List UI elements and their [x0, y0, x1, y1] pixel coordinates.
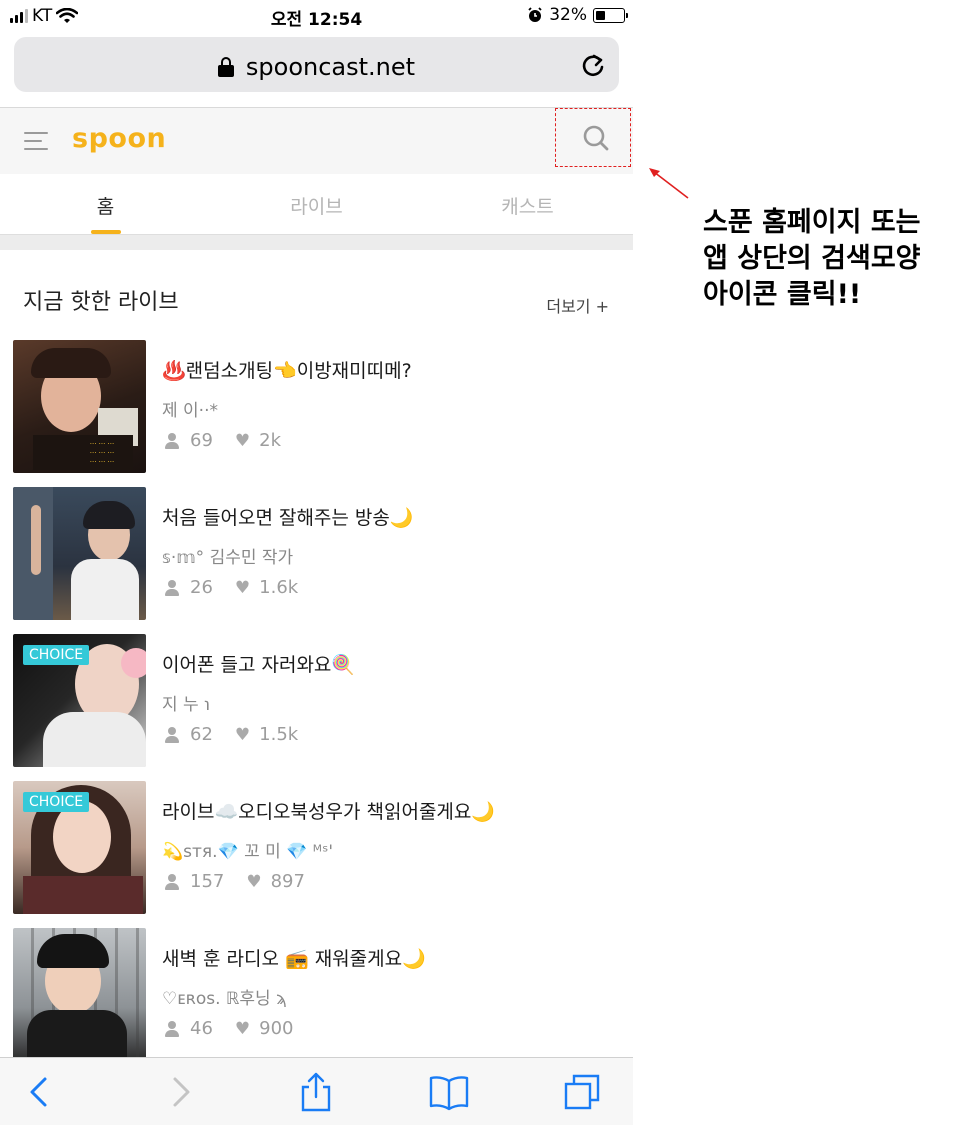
- like-count: 897: [270, 871, 305, 892]
- annotation-text: 스푼 홈페이지 또는 앱 상단의 검색모양 아이콘 클릭!!: [703, 207, 921, 310]
- listener-icon: [164, 432, 180, 449]
- live-title[interactable]: ♨️랜덤소개팅👈이방재미띠메?: [162, 356, 412, 383]
- live-stats: 46 ♥ 900: [164, 1018, 294, 1039]
- url-display[interactable]: spooncast.net: [14, 53, 619, 81]
- share-icon[interactable]: [296, 1072, 336, 1112]
- section-title: 지금 핫한 라이브: [23, 290, 179, 315]
- listener-count: 26: [190, 577, 213, 598]
- alarm-icon: [528, 7, 542, 22]
- back-icon[interactable]: [20, 1072, 60, 1112]
- list-item[interactable]: CHOICE 이어폰 들고 자러와요🍭 지 누 ℩ 62 ♥ 1.5k: [0, 634, 633, 768]
- annotation-arrow: [649, 168, 689, 199]
- live-stats: 26 ♥ 1.6k: [164, 577, 298, 598]
- url-text: spooncast.net: [245, 53, 416, 81]
- live-stats: 69 ♥ 2k: [164, 430, 281, 451]
- like-count: 900: [259, 1018, 294, 1039]
- live-stats: 157 ♥ 897: [164, 871, 305, 892]
- heart-icon: ♥: [234, 1018, 251, 1039]
- listener-icon: [164, 726, 180, 743]
- bookmarks-icon[interactable]: [429, 1072, 469, 1112]
- like-count: 1.6k: [259, 577, 299, 598]
- address-bar[interactable]: spooncast.net: [14, 37, 619, 92]
- listener-count: 157: [190, 871, 225, 892]
- listener-icon: [164, 873, 180, 890]
- heart-icon: ♥: [234, 577, 251, 598]
- live-thumbnail[interactable]: [13, 928, 146, 1061]
- battery-percent: 32%: [549, 5, 587, 25]
- tab-live[interactable]: 라이브: [211, 192, 422, 219]
- like-count: 1.5k: [259, 724, 299, 745]
- choice-badge: CHOICE: [23, 645, 90, 665]
- battery-icon: [593, 7, 628, 23]
- live-author: 𝕤·𝕞° 김수민 작가: [162, 548, 294, 568]
- browser-address-area: spooncast.net: [0, 32, 633, 108]
- active-tab-indicator: [91, 230, 121, 234]
- live-title[interactable]: 라이브☁️오디오북성우가 책읽어줄게요🌙: [162, 797, 495, 824]
- live-thumbnail[interactable]: ··· ··· ··· ··· ··· ··· ··· ··· ···: [13, 340, 146, 473]
- list-item[interactable]: 새벽 훈 라디오 📻 재워줄게요🌙 ♡ᴇʀᴏs. ℝ후닝 ϡ 46 ♥ 900: [0, 928, 633, 1062]
- live-author: 지 누 ℩: [162, 695, 210, 715]
- like-count: 2k: [259, 430, 282, 451]
- live-author: 제 이··*: [162, 401, 218, 421]
- listener-count: 46: [190, 1018, 213, 1039]
- choice-badge: CHOICE: [23, 792, 90, 812]
- forward-icon[interactable]: [160, 1072, 200, 1112]
- list-item[interactable]: 처음 들어오면 잘해주는 방송🌙 𝕤·𝕞° 김수민 작가 26 ♥ 1.6k: [0, 487, 633, 621]
- live-title[interactable]: 새벽 훈 라디오 📻 재워줄게요🌙: [162, 944, 426, 971]
- live-title[interactable]: 처음 들어오면 잘해주는 방송🌙: [162, 503, 414, 530]
- more-link[interactable]: 더보기 +: [546, 293, 609, 317]
- listener-count: 62: [190, 724, 213, 745]
- browser-toolbar: [0, 1057, 633, 1125]
- reload-icon[interactable]: [579, 51, 607, 79]
- live-author: ♡ᴇʀᴏs. ℝ후닝 ϡ: [162, 989, 287, 1009]
- menu-icon[interactable]: [24, 132, 50, 150]
- heart-icon: ♥: [246, 871, 262, 892]
- live-thumbnail[interactable]: [13, 487, 146, 620]
- search-highlight-box: [555, 108, 631, 167]
- main-tabs: 홈 라이브 캐스트: [0, 174, 633, 235]
- tab-home[interactable]: 홈: [0, 192, 211, 219]
- tab-cast[interactable]: 캐스트: [422, 192, 633, 219]
- live-stats: 62 ♥ 1.5k: [164, 724, 298, 745]
- status-right: 32%: [527, 5, 628, 25]
- heart-icon: ♥: [234, 724, 251, 745]
- listener-icon: [164, 579, 180, 596]
- listener-count: 69: [190, 430, 213, 451]
- live-title[interactable]: 이어폰 들고 자러와요🍭: [162, 650, 355, 677]
- live-author: 💫sтя.💎 꼬 미 💎 ᴹˢ': [162, 842, 334, 862]
- tabs-icon[interactable]: [562, 1072, 602, 1112]
- list-item[interactable]: ··· ··· ··· ··· ··· ··· ··· ··· ··· ♨️랜덤소개…: [0, 340, 633, 474]
- status-bar: KT 오전 12:54 32%: [0, 0, 633, 32]
- listener-icon: [164, 1020, 180, 1037]
- lock-icon: [217, 57, 234, 77]
- phone-screen: KT 오전 12:54 32% spooncast.net spoon 홈 라이…: [0, 0, 633, 1125]
- app-header: spoon: [0, 108, 633, 174]
- list-item[interactable]: CHOICE 라이브☁️오디오북성우가 책읽어줄게요🌙 💫sтя.💎 꼬 미 💎…: [0, 781, 633, 915]
- spoon-logo[interactable]: spoon: [72, 123, 166, 154]
- section-divider: [0, 235, 633, 250]
- heart-icon: ♥: [234, 430, 251, 451]
